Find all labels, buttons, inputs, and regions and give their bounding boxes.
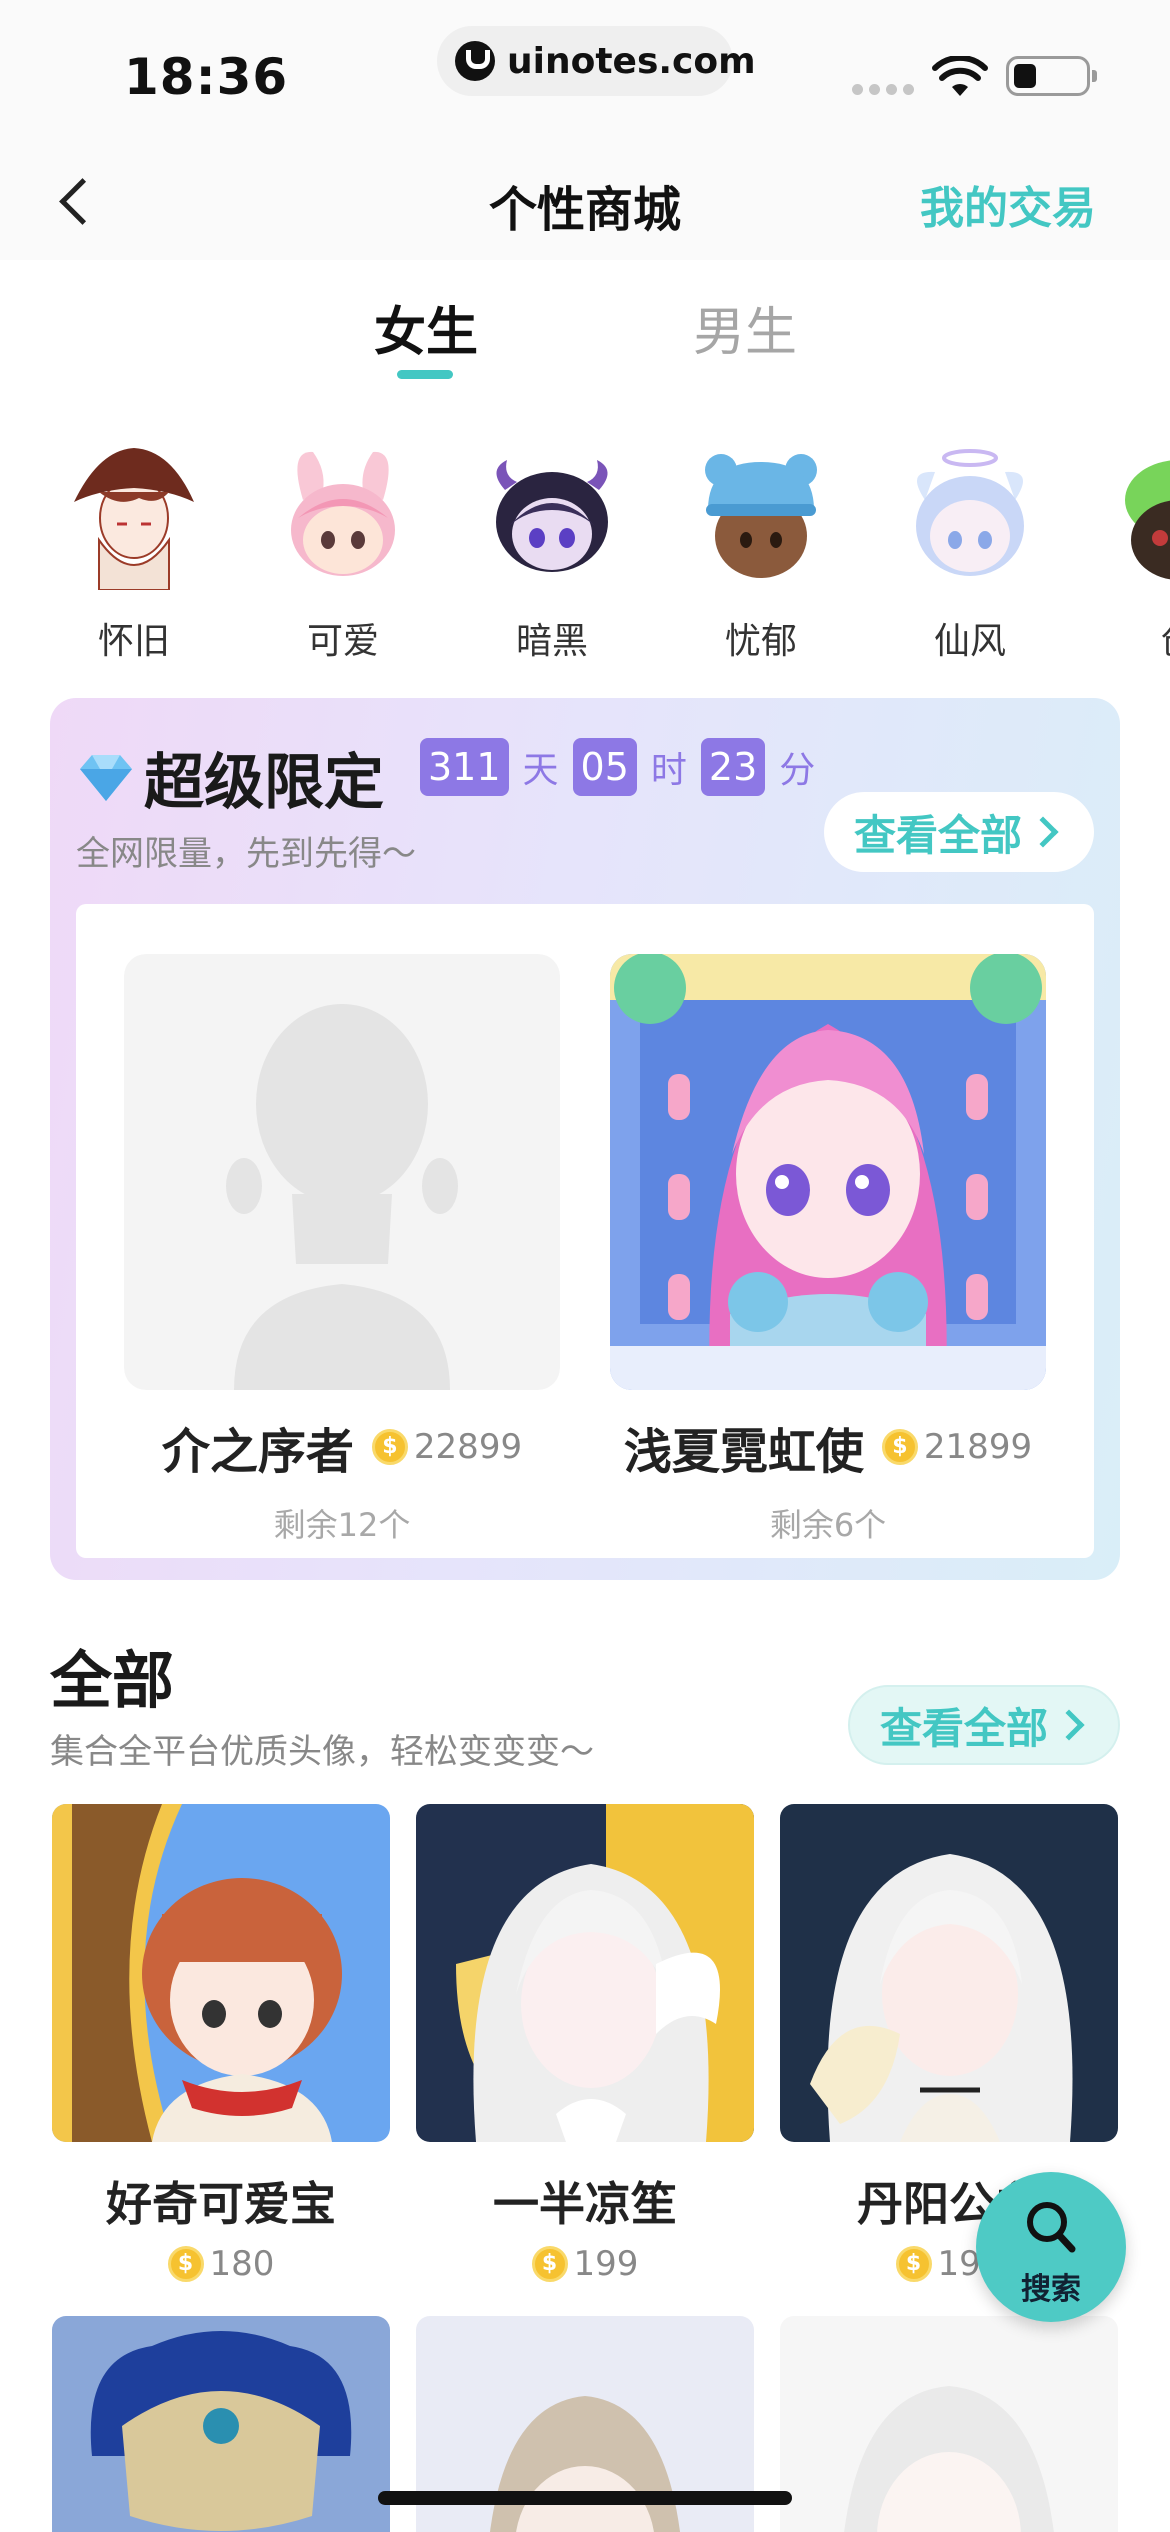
search-label: 搜索 xyxy=(1021,2272,1081,2307)
battery-icon xyxy=(1006,56,1097,96)
product-stock: 剩余6个 xyxy=(769,1506,887,1544)
site-logo-icon xyxy=(455,41,495,81)
tab-female[interactable]: 女生 xyxy=(374,290,478,365)
search-fab-button[interactable]: 搜索 xyxy=(976,2172,1126,2322)
limited-product-card[interactable]: 介之序者 22899 剩余12个 xyxy=(124,954,560,1546)
product-stock: 剩余12个 xyxy=(273,1506,411,1544)
fairy-avatar-icon xyxy=(916,449,1024,576)
placeholder-avatar-image xyxy=(124,954,560,1390)
coin-icon xyxy=(881,1429,918,1465)
style-item-melancholy[interactable]: 忧郁 xyxy=(671,440,851,660)
avatar-name: 一半凉笙 xyxy=(493,2177,677,2231)
back-icon[interactable] xyxy=(52,173,102,229)
style-label: 暗黑 xyxy=(515,621,588,660)
neon-summer-avatar-image xyxy=(610,952,1046,1390)
product-name: 浅夏霓虹使 xyxy=(623,1424,864,1480)
tab-indicator xyxy=(397,370,453,379)
status-bar: 18:36 uinotes.com xyxy=(0,0,1170,140)
limited-header: 超级限定 xyxy=(76,734,384,821)
countdown-minutes: 23 xyxy=(700,738,766,796)
view-all-label: 查看全部 xyxy=(854,810,1023,860)
diamond-icon xyxy=(80,754,132,801)
style-label: 怀旧 xyxy=(97,621,170,660)
style-category-row: 怀旧 可爱 暗黑 忧郁 仙风 xyxy=(0,440,1170,660)
home-indicator[interactable] xyxy=(378,2491,792,2505)
wifi-icon xyxy=(932,56,988,96)
product-name-row: 浅夏霓虹使 21899 xyxy=(610,1412,1046,1482)
limited-products-panel: 介之序者 22899 剩余12个 xyxy=(76,904,1094,1558)
coin-icon xyxy=(531,2246,568,2282)
tab-male[interactable]: 男生 xyxy=(693,290,797,365)
countdown-days-unit: 天 xyxy=(522,750,559,791)
countdown-minutes-unit: 分 xyxy=(779,750,816,791)
nav-bar: 个性商城 我的交易 xyxy=(0,140,1170,260)
coin-icon xyxy=(167,2246,204,2282)
all-section-title: 全部 xyxy=(50,1644,175,1717)
all-view-all-button[interactable]: 查看全部 xyxy=(848,1685,1120,1765)
product-price: 21899 xyxy=(923,1427,1033,1467)
cute-avatar-icon xyxy=(291,451,395,576)
style-label: 创 xyxy=(1089,612,1170,660)
avatar-grid-item[interactable]: 好奇可爱宝 180 xyxy=(52,1804,390,2284)
style-label: 忧郁 xyxy=(724,621,797,660)
limited-title: 超级限定 xyxy=(144,748,384,818)
limited-edition-section: 超级限定 311 天 05 时 23 分 全网限量，先到先得～ 查看全部 介之序… xyxy=(50,698,1120,1580)
limited-subtitle: 全网限量，先到先得～ xyxy=(76,834,416,874)
style-label: 仙风 xyxy=(933,621,1006,660)
countdown-timer: 311 天 05 时 23 分 xyxy=(420,738,829,796)
avatar-name: 好奇可爱宝 xyxy=(106,2177,336,2231)
melancholy-avatar-icon xyxy=(705,454,817,578)
avatar-price-row: 199 xyxy=(416,2244,754,2284)
countdown-hours: 05 xyxy=(572,738,637,796)
product-price: 22899 xyxy=(413,1427,523,1467)
half-moon-avatar-image xyxy=(416,1804,754,2142)
chevron-right-icon xyxy=(1027,816,1059,848)
avatar-price-row: 180 xyxy=(52,2244,390,2284)
my-trade-link[interactable]: 我的交易 xyxy=(920,172,1096,236)
view-all-label: 查看全部 xyxy=(880,1703,1049,1753)
nostalgic-avatar-icon xyxy=(74,448,194,591)
style-item-dark[interactable]: 暗黑 xyxy=(462,440,642,660)
style-label: 可爱 xyxy=(306,621,379,660)
style-item-cute[interactable]: 可爱 xyxy=(253,440,433,660)
style-item-fairy[interactable]: 仙风 xyxy=(880,440,1060,660)
avatar-grid-item[interactable] xyxy=(52,2316,390,2532)
curious-baby-avatar-image xyxy=(52,1804,390,2142)
countdown-hours-unit: 时 xyxy=(650,750,687,791)
url-text: uinotes.com xyxy=(507,40,756,82)
all-section-subtitle: 集合全平台优质头像，轻松变变变～ xyxy=(50,1732,594,1772)
avatar-price: 199 xyxy=(573,2244,639,2284)
url-pill[interactable]: uinotes.com xyxy=(437,26,756,96)
gender-tabs: 女生 男生 xyxy=(0,290,1170,390)
white-hair-avatar-image xyxy=(780,2316,1118,2532)
avatar-price: 180 xyxy=(209,2244,275,2284)
coin-icon xyxy=(895,2246,932,2282)
style-item-creative[interactable]: 创 xyxy=(1089,440,1170,660)
crown-mask-avatar-image xyxy=(52,2316,390,2532)
status-time: 18:36 xyxy=(124,48,289,106)
coin-icon xyxy=(371,1429,408,1465)
style-item-nostalgic[interactable]: 怀旧 xyxy=(44,440,224,660)
product-name-row: 介之序者 22899 xyxy=(124,1412,560,1482)
product-name: 介之序者 xyxy=(161,1424,354,1480)
avatar-grid-item[interactable]: 一半凉笙 199 xyxy=(416,1804,754,2284)
limited-view-all-button[interactable]: 查看全部 xyxy=(824,792,1094,872)
limited-product-card[interactable]: 浅夏霓虹使 21899 剩余6个 xyxy=(610,952,1046,1546)
dark-avatar-icon xyxy=(496,460,608,572)
danyang-princess-avatar-image xyxy=(780,1804,1118,2142)
creative-avatar-icon xyxy=(1125,460,1170,580)
chevron-right-icon xyxy=(1053,1709,1085,1741)
search-icon xyxy=(1027,2202,1076,2253)
countdown-days: 311 xyxy=(420,738,509,796)
signal-icon xyxy=(852,84,914,95)
avatar-grid-item[interactable] xyxy=(780,2316,1118,2532)
